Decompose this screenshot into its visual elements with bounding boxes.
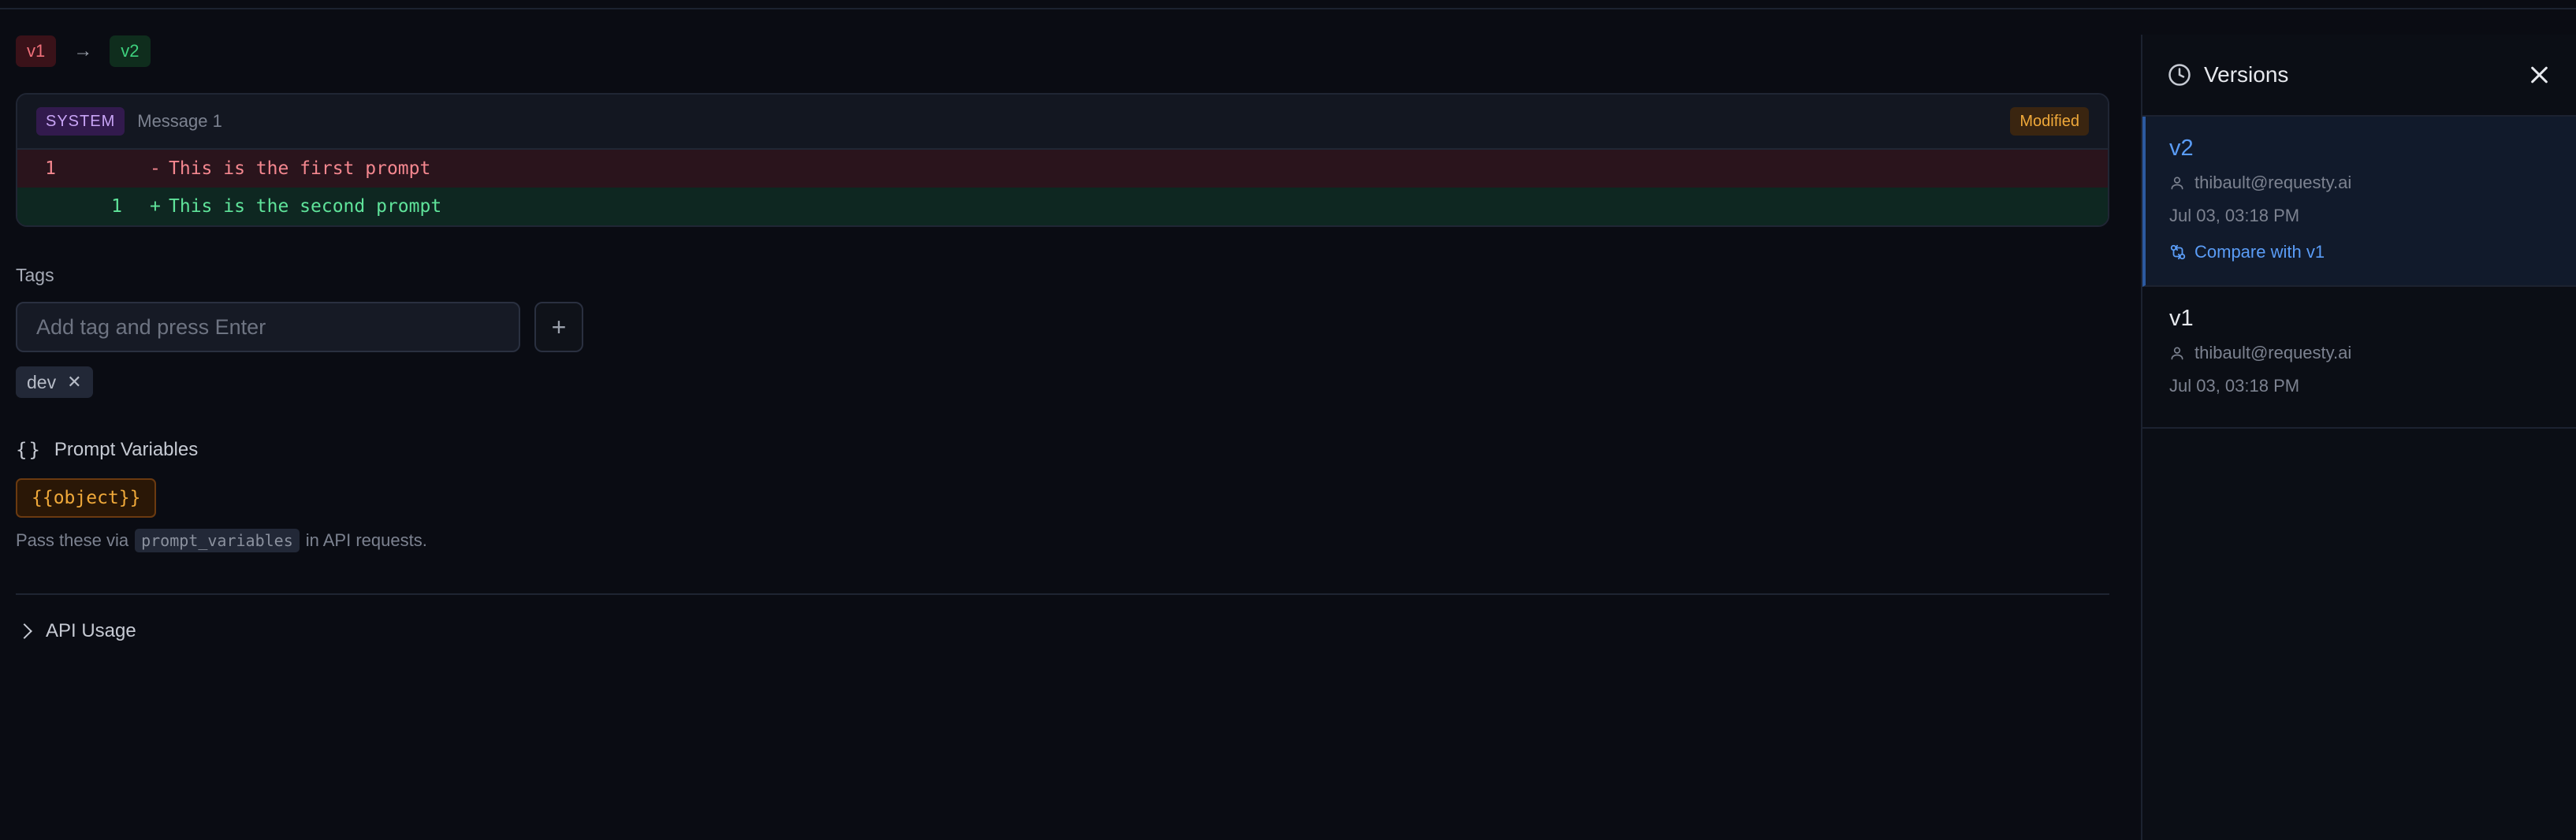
tag-list: dev ✕ <box>16 366 2109 398</box>
new-line-number: 1 <box>111 196 122 217</box>
user-icon <box>2169 175 2185 191</box>
help-suffix: in API requests. <box>305 530 427 550</box>
old-line-number: 1 <box>45 158 56 179</box>
tag-input[interactable] <box>16 302 520 352</box>
added-sign: + <box>150 196 161 217</box>
clock-icon <box>2168 63 2191 87</box>
versions-panel-header: Versions <box>2142 35 2576 117</box>
version-date: Jul 03, 03:18 PM <box>2169 206 2300 225</box>
diff-removed-line: 1 - This is the first prompt <box>17 150 2108 188</box>
api-usage-toggle[interactable]: API Usage <box>16 619 2109 644</box>
user-icon <box>2169 345 2185 361</box>
variables-help-text: Pass these via prompt_variables in API r… <box>16 529 2109 552</box>
status-badge: Modified <box>2010 107 2089 136</box>
api-usage-label: API Usage <box>46 620 136 641</box>
main-pane: v1 → v2 SYSTEM Message 1 Modified 1 - Th… <box>16 35 2109 644</box>
chevron-right-icon <box>17 623 32 639</box>
diff-added-line: 1 + This is the second prompt <box>17 188 2108 225</box>
added-text: This is the second prompt <box>169 196 442 217</box>
message-diff-card: SYSTEM Message 1 Modified 1 - This is th… <box>16 93 2109 227</box>
prompt-variables-header: {} Prompt Variables <box>16 439 2109 461</box>
tag-input-row: + <box>16 302 2109 352</box>
removed-text: This is the first prompt <box>169 158 431 179</box>
from-version-badge: v1 <box>16 35 57 67</box>
braces-icon: {} <box>16 439 42 461</box>
to-version-badge: v2 <box>110 35 151 67</box>
version-compare-header: v1 → v2 <box>16 35 2109 68</box>
arrow-right-icon: → <box>73 40 93 61</box>
compare-link[interactable]: Compare with v1 <box>2169 242 2549 262</box>
tag-label: dev <box>27 371 57 392</box>
role-badge: SYSTEM <box>36 107 125 136</box>
compare-link-label: Compare with v1 <box>2194 242 2325 262</box>
close-icon[interactable] <box>2527 63 2551 87</box>
versions-panel: Versions v2 thibault@requesty.ai Jul 03,… <box>2141 35 2576 840</box>
version-item-v2[interactable]: v2 thibault@requesty.ai Jul 03, 03:18 PM… <box>2142 117 2576 287</box>
versions-panel-title: Versions <box>2204 62 2289 87</box>
version-author: thibault@requesty.ai <box>2169 173 2549 193</box>
tags-label: Tags <box>16 265 54 285</box>
message-label: Message 1 <box>137 111 222 131</box>
version-item-v1[interactable]: v1 thibault@requesty.ai Jul 03, 03:18 PM <box>2142 287 2576 429</box>
top-divider <box>0 8 2576 9</box>
author-email: thibault@requesty.ai <box>2194 343 2352 362</box>
help-code: prompt_variables <box>135 529 300 552</box>
compare-icon <box>2169 243 2187 261</box>
author-email: thibault@requesty.ai <box>2194 173 2352 192</box>
version-name: v1 <box>2169 306 2194 331</box>
version-date: Jul 03, 03:18 PM <box>2169 376 2300 396</box>
add-tag-button[interactable]: + <box>534 302 583 352</box>
remove-tag-icon[interactable]: ✕ <box>67 372 81 392</box>
variable-chip: {{object}} <box>16 478 157 518</box>
section-divider <box>16 593 2109 595</box>
version-name: v2 <box>2169 136 2194 161</box>
help-prefix: Pass these via <box>16 530 129 550</box>
diff-card-header: SYSTEM Message 1 Modified <box>17 95 2108 150</box>
removed-sign: - <box>150 158 161 179</box>
tag-chip: dev ✕ <box>16 366 93 398</box>
version-author: thibault@requesty.ai <box>2169 343 2549 363</box>
prompt-variables-title: Prompt Variables <box>54 439 199 460</box>
